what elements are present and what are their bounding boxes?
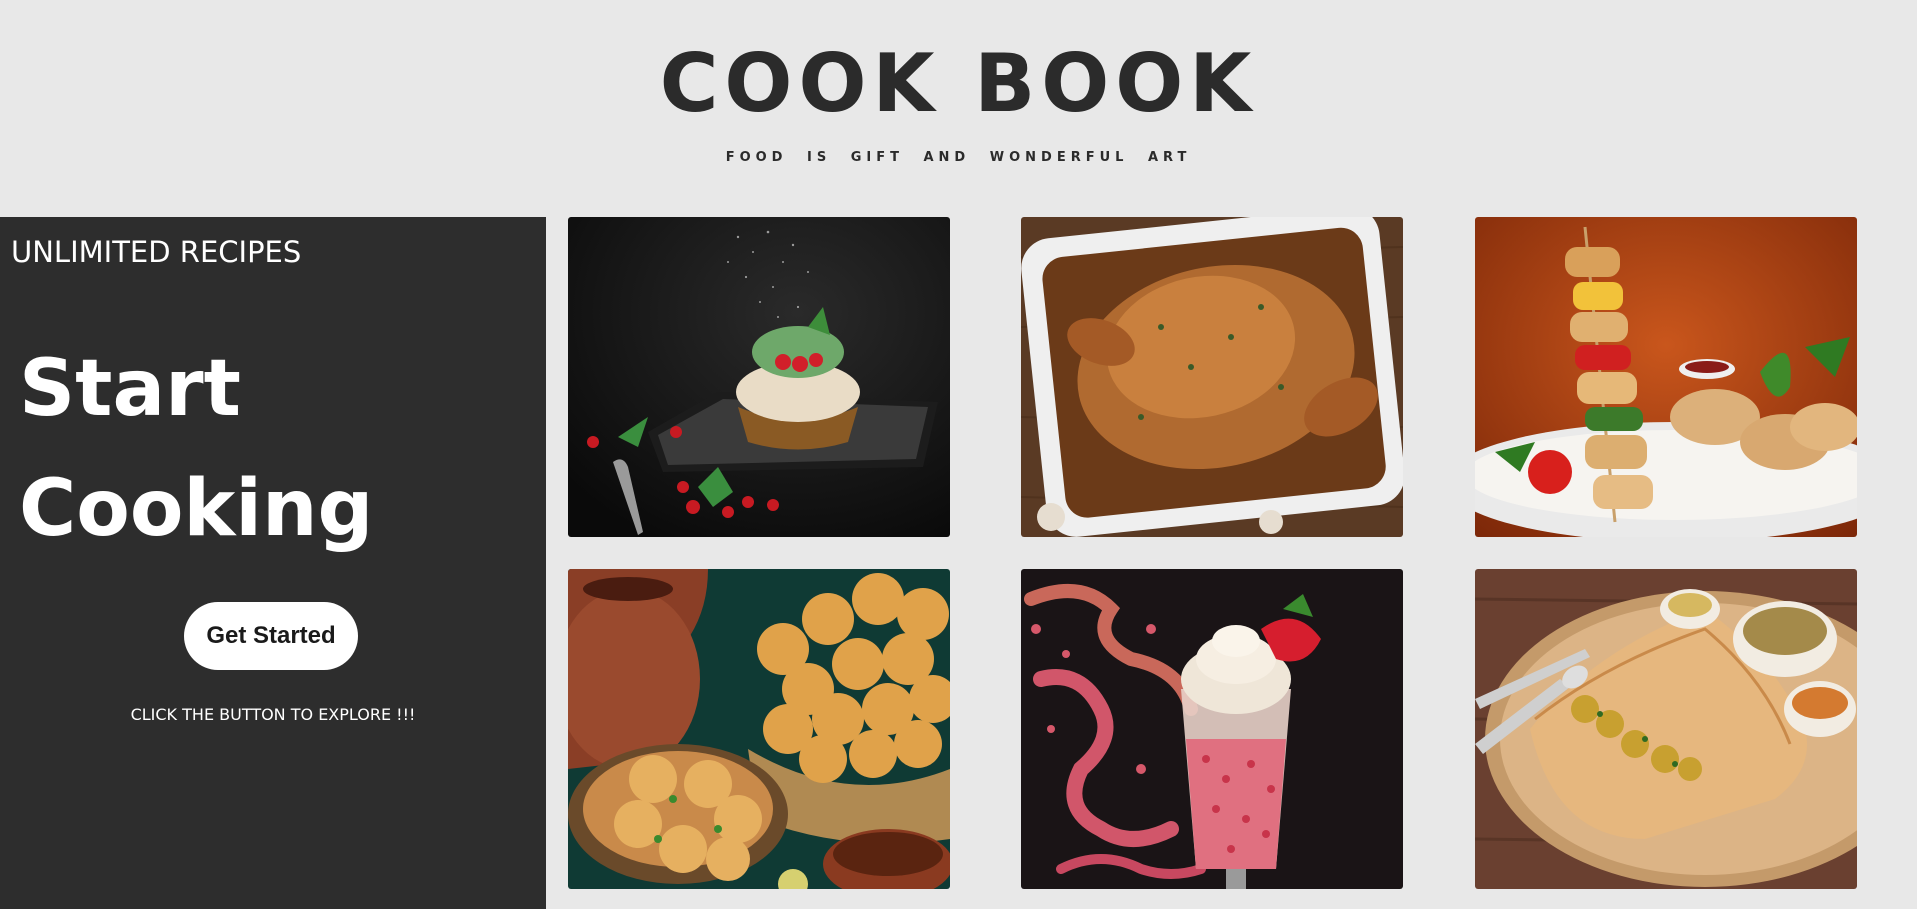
cta-hint: CLICK THE BUTTON TO EXPLORE !!!	[130, 705, 416, 724]
dosa-image[interactable]	[1475, 569, 1857, 889]
get-started-button[interactable]: Get Started	[184, 602, 358, 670]
chicken-skewers-image[interactable]	[1475, 217, 1857, 537]
pani-puri-image[interactable]	[568, 569, 950, 889]
strawberry-milkshake-image[interactable]	[1021, 569, 1403, 889]
site-tagline: FOOD IS GIFT AND WONDERFUL ART	[725, 150, 1192, 165]
dessert-tart-image[interactable]	[568, 217, 950, 537]
hero-heading: Start Cooking	[19, 329, 373, 569]
hero-eyebrow: UNLIMITED RECIPES	[11, 235, 302, 269]
hero-heading-line-2: Cooking	[19, 464, 374, 554]
hero-heading-line-1: Start	[19, 344, 241, 434]
site-title: COOK BOOK	[659, 37, 1258, 130]
hero-panel: UNLIMITED RECIPES Start Cooking Get Star…	[0, 217, 546, 909]
site-header: COOK BOOK FOOD IS GIFT AND WONDERFUL ART	[0, 0, 1917, 217]
roast-chicken-image[interactable]	[1021, 217, 1403, 537]
